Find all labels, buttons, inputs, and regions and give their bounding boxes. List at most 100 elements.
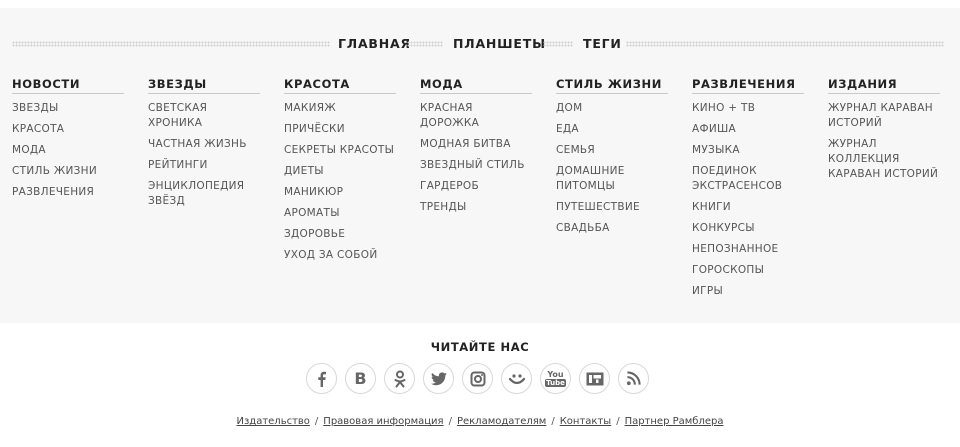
nav-tags-link[interactable]: ТЕГИ bbox=[583, 36, 622, 52]
column-link[interactable]: МОДА bbox=[12, 143, 124, 158]
column-link[interactable]: СЕМЬЯ bbox=[556, 143, 668, 158]
column-link[interactable]: КИНО + ТВ bbox=[692, 101, 804, 116]
column-link[interactable]: МАНИКЮР bbox=[284, 185, 396, 200]
youtube-icon-top: You bbox=[547, 370, 564, 379]
twitter-button[interactable] bbox=[423, 363, 454, 394]
column-link[interactable]: ЗВЕЗДЫ bbox=[12, 101, 124, 116]
column-editions: ИЗДАНИЯ ЖУРНАЛ КАРАВАН ИСТОРИЙ ЖУРНАЛ КОЛ… bbox=[828, 77, 940, 188]
column-fashion: МОДА КРАСНАЯ ДОРОЖКА МОДНАЯ БИТВА ЗВЕЗДНЫЙ… bbox=[420, 77, 532, 221]
column-link[interactable]: ТРЕНДЫ bbox=[420, 200, 532, 215]
column-link[interactable]: МАКИЯЖ bbox=[284, 101, 396, 116]
dotted-divider bbox=[543, 41, 573, 47]
column-beauty: КРАСОТА МАКИЯЖ ПРИЧЁСКИ СЕКРЕТЫ КРАСОТЫ ДИЕ… bbox=[284, 77, 396, 269]
column-link[interactable]: СТИЛЬ ЖИЗНИ bbox=[12, 164, 124, 179]
column-link[interactable]: УХОД ЗА СОБОЙ bbox=[284, 248, 396, 263]
column-link[interactable]: ЗДОРОВЬЕ bbox=[284, 227, 396, 242]
odnoklassniki-icon bbox=[394, 370, 405, 387]
column-link[interactable]: ДОМАШНИЕ ПИТОМЦЫ bbox=[556, 164, 668, 194]
nav-main-link[interactable]: ГЛАВНАЯ bbox=[338, 36, 411, 52]
column-link[interactable]: МУЗЫКА bbox=[692, 143, 804, 158]
contacts-link[interactable]: Контакты bbox=[560, 416, 611, 427]
facebook-button[interactable] bbox=[306, 363, 337, 394]
column-link[interactable]: ЖУРНАЛ КАРАВАН ИСТОРИЙ bbox=[828, 101, 940, 131]
facebook-icon bbox=[317, 371, 326, 387]
column-link[interactable]: ЗВЕЗДНЫЙ СТИЛЬ bbox=[420, 158, 532, 173]
nav-tablets-link[interactable]: ПЛАНШЕТЫ bbox=[453, 36, 546, 52]
moi-mir-button[interactable] bbox=[501, 363, 532, 394]
column-link[interactable]: КРАСОТА bbox=[12, 122, 124, 137]
dotted-divider bbox=[12, 41, 330, 47]
livejournal-icon bbox=[586, 372, 603, 385]
column-title[interactable]: КРАСОТА bbox=[284, 77, 396, 94]
column-link[interactable]: ЧАСТНАЯ ЖИЗНЬ bbox=[148, 137, 260, 152]
column-link[interactable]: СЕКРЕТЫ КРАСОТЫ bbox=[284, 143, 396, 158]
column-link[interactable]: ГОРОСКОПЫ bbox=[692, 263, 804, 278]
column-link[interactable]: РАЗВЛЕЧЕНИЯ bbox=[12, 185, 124, 200]
column-link[interactable]: ЖУРНАЛ КОЛЛЕКЦИЯ КАРАВАН ИСТОРИЙ bbox=[828, 137, 940, 182]
youtube-icon: You Tube bbox=[545, 370, 566, 387]
column-link[interactable]: ПУТЕШЕСТВИЕ bbox=[556, 200, 668, 215]
column-links: ДОМ ЕДА СЕМЬЯ ДОМАШНИЕ ПИТОМЦЫ ПУТЕШЕСТВИЕ СВ… bbox=[556, 101, 668, 236]
advertisers-link[interactable]: Рекламодателям bbox=[457, 416, 546, 427]
column-link[interactable]: СВЕТСКАЯ ХРОНИКА bbox=[148, 101, 260, 131]
legal-info-link[interactable]: Правовая информация bbox=[323, 416, 443, 427]
column-title[interactable]: СТИЛЬ ЖИЗНИ bbox=[556, 77, 668, 94]
column-link[interactable]: ЕДА bbox=[556, 122, 668, 137]
dotted-divider bbox=[626, 41, 944, 47]
column-news: НОВОСТИ ЗВЕЗДЫ КРАСОТА МОДА СТИЛЬ ЖИЗНИ РАЗВ… bbox=[12, 77, 124, 206]
rss-icon bbox=[626, 371, 641, 386]
column-stars: ЗВЕЗДЫ СВЕТСКАЯ ХРОНИКА ЧАСТНАЯ ЖИЗНЬ РЕЙТ… bbox=[148, 77, 260, 215]
rss-button[interactable] bbox=[618, 363, 649, 394]
column-link[interactable]: ПОЕДИНОК ЭКСТРАСЕНСОВ bbox=[692, 164, 804, 194]
column-link[interactable]: АРОМАТЫ bbox=[284, 206, 396, 221]
moi-mir-icon bbox=[508, 373, 525, 384]
dotted-divider bbox=[407, 41, 443, 47]
instagram-icon bbox=[470, 371, 485, 386]
column-link[interactable]: КРАСНАЯ ДОРОЖКА bbox=[420, 101, 532, 131]
column-links: ЖУРНАЛ КАРАВАН ИСТОРИЙ ЖУРНАЛ КОЛЛЕКЦИЯ К… bbox=[828, 101, 940, 182]
column-link[interactable]: ЭНЦИКЛОПЕДИЯ ЗВЁЗД bbox=[148, 179, 260, 209]
vkontakte-button[interactable]: B bbox=[345, 363, 376, 394]
column-title[interactable]: ИЗДАНИЯ bbox=[828, 77, 940, 94]
odnoklassniki-button[interactable] bbox=[384, 363, 415, 394]
column-title[interactable]: НОВОСТИ bbox=[12, 77, 124, 94]
social-icons: B You Tube bbox=[306, 363, 656, 395]
column-title[interactable]: ЗВЕЗДЫ bbox=[148, 77, 260, 94]
column-links: КИНО + ТВ АФИША МУЗЫКА ПОЕДИНОК ЭКСТРАСЕНСО… bbox=[692, 101, 804, 299]
column-link[interactable]: ДИЕТЫ bbox=[284, 164, 396, 179]
column-link[interactable]: ПРИЧЁСКИ bbox=[284, 122, 396, 137]
column-link[interactable]: РЕЙТИНГИ bbox=[148, 158, 260, 173]
read-us-heading: ЧИТАЙТЕ НАС bbox=[430, 340, 530, 354]
column-lifestyle: СТИЛЬ ЖИЗНИ ДОМ ЕДА СЕМЬЯ ДОМАШНИЕ ПИТОМЦЫ П… bbox=[556, 77, 668, 242]
column-link[interactable]: ИГРЫ bbox=[692, 284, 804, 299]
footer-links: Издательство / Правовая информация / Рекламо… bbox=[0, 416, 960, 427]
instagram-button[interactable] bbox=[462, 363, 493, 394]
footer-sitemap: ГЛАВНАЯ ПЛАНШЕТЫ ТЕГИ НОВОСТИ ЗВЕЗДЫ КРАС… bbox=[0, 0, 960, 323]
column-link[interactable]: КОНКУРСЫ bbox=[692, 221, 804, 236]
youtube-icon-bottom: Tube bbox=[545, 379, 566, 387]
column-link[interactable]: НЕПОЗНАННОЕ bbox=[692, 242, 804, 257]
rambler-partner-link[interactable]: Партнер Рамблера bbox=[625, 416, 724, 427]
column-links: СВЕТСКАЯ ХРОНИКА ЧАСТНАЯ ЖИЗНЬ РЕЙТИНГИ ЭНЦ… bbox=[148, 101, 260, 209]
publisher-link[interactable]: Издательство bbox=[236, 416, 309, 427]
link-separator: / bbox=[551, 416, 555, 427]
top-nav: ГЛАВНАЯ ПЛАНШЕТЫ ТЕГИ bbox=[12, 36, 944, 52]
twitter-icon bbox=[430, 371, 447, 385]
link-separator: / bbox=[616, 416, 620, 427]
column-links: КРАСНАЯ ДОРОЖКА МОДНАЯ БИТВА ЗВЕЗДНЫЙ СТИЛ… bbox=[420, 101, 532, 215]
link-separator: / bbox=[448, 416, 452, 427]
livejournal-button[interactable] bbox=[579, 363, 610, 394]
column-link[interactable]: КНИГИ bbox=[692, 200, 804, 215]
column-entertainment: РАЗВЛЕЧЕНИЯ КИНО + ТВ АФИША МУЗЫКА ПОЕДИНОК… bbox=[692, 77, 804, 305]
column-link[interactable]: СВАДЬБА bbox=[556, 221, 668, 236]
column-link[interactable]: ДОМ bbox=[556, 101, 668, 116]
column-links: ЗВЕЗДЫ КРАСОТА МОДА СТИЛЬ ЖИЗНИ РАЗВЛЕЧЕНИЯ bbox=[12, 101, 124, 200]
column-links: МАКИЯЖ ПРИЧЁСКИ СЕКРЕТЫ КРАСОТЫ ДИЕТЫ МАНИКЮ… bbox=[284, 101, 396, 263]
youtube-button[interactable]: You Tube bbox=[540, 363, 571, 394]
column-link[interactable]: ГАРДЕРОБ bbox=[420, 179, 532, 194]
column-link[interactable]: МОДНАЯ БИТВА bbox=[420, 137, 532, 152]
column-title[interactable]: МОДА bbox=[420, 77, 532, 94]
column-title[interactable]: РАЗВЛЕЧЕНИЯ bbox=[692, 77, 804, 94]
link-separator: / bbox=[314, 416, 319, 427]
column-link[interactable]: АФИША bbox=[692, 122, 804, 137]
